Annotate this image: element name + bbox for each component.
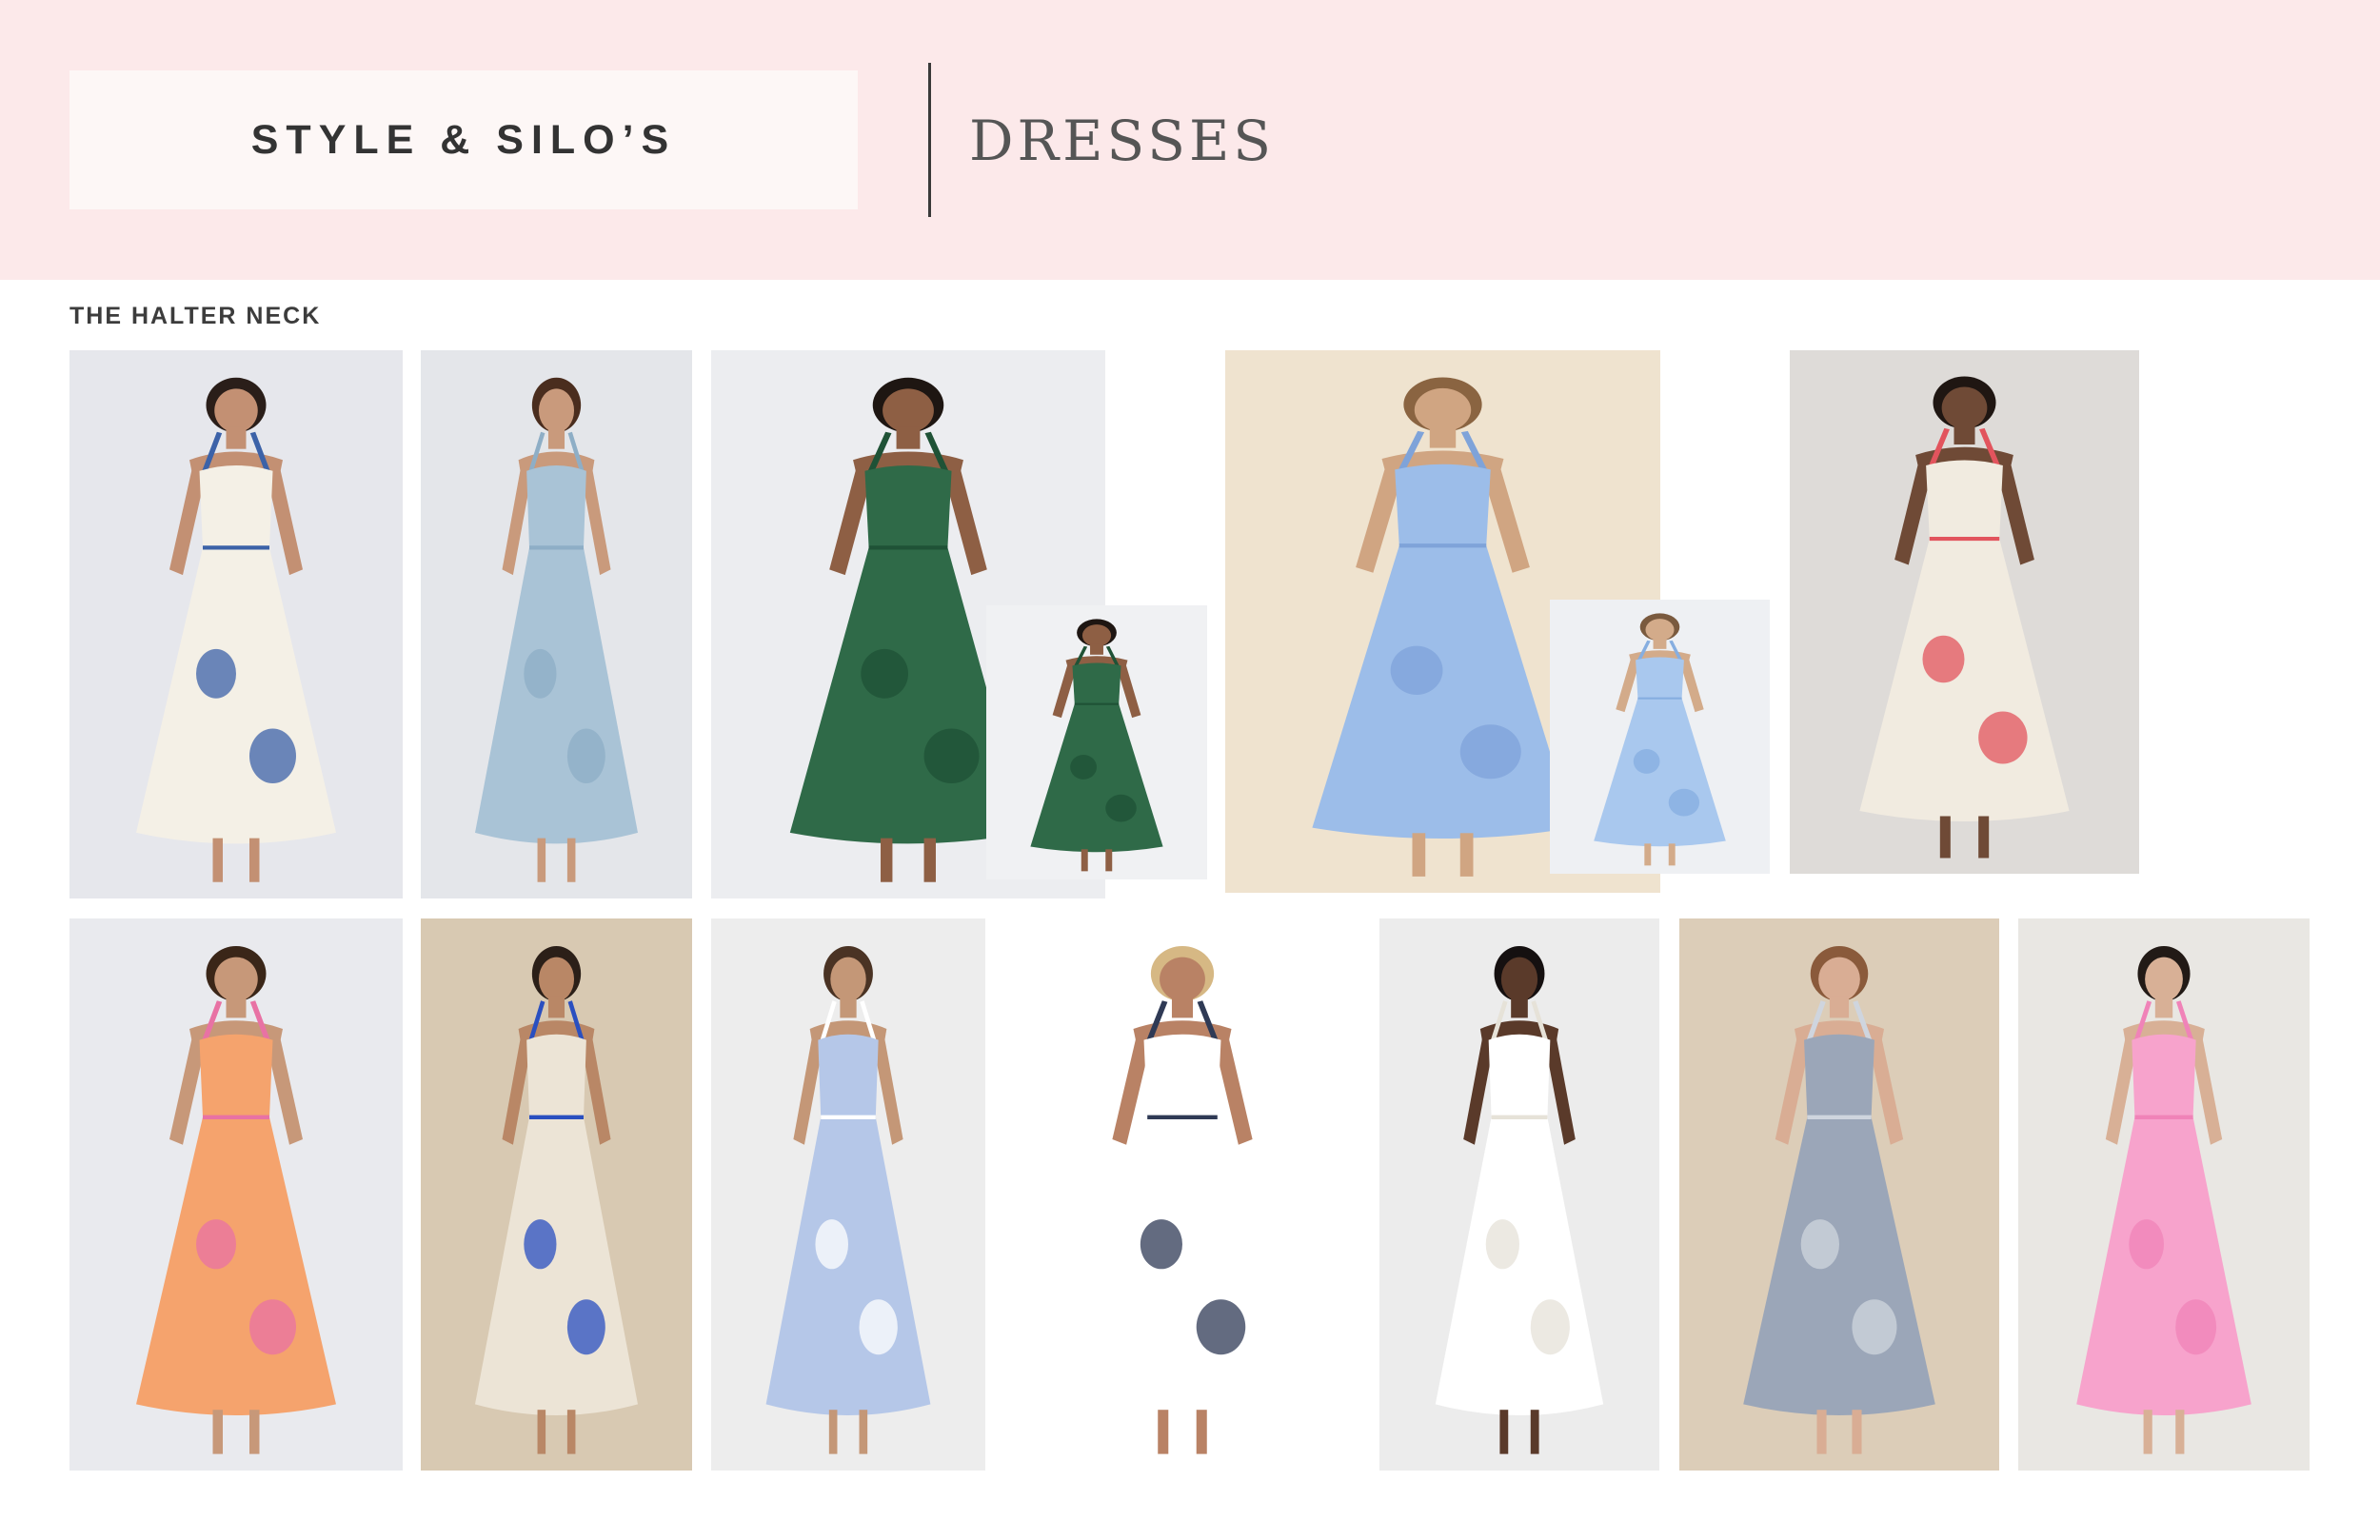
product-image[interactable] <box>1790 350 2139 874</box>
dress-figure <box>1790 350 2139 874</box>
dress-figure <box>1679 918 1999 1471</box>
dress-figure <box>421 350 692 898</box>
dress-figure <box>421 918 692 1471</box>
product-image[interactable] <box>1007 918 1358 1471</box>
product-image[interactable] <box>421 350 692 898</box>
product-image[interactable] <box>711 918 985 1471</box>
dress-figure <box>711 918 985 1471</box>
product-image[interactable] <box>69 918 403 1471</box>
header-banner: STYLE & SILO’S DRESSES <box>0 0 2380 280</box>
brand-box: STYLE & SILO’S <box>69 70 858 209</box>
page-title: DRESSES <box>969 109 1276 173</box>
product-image[interactable] <box>1679 918 1999 1471</box>
product-image[interactable] <box>69 350 403 898</box>
section-label: THE HALTER NECK <box>69 303 322 329</box>
product-image[interactable] <box>421 918 692 1471</box>
dress-figure <box>69 918 403 1471</box>
product-image[interactable] <box>2018 918 2310 1471</box>
dress-figure <box>1379 918 1659 1471</box>
dress-figure <box>69 350 403 898</box>
product-image[interactable] <box>1379 918 1659 1471</box>
product-image[interactable] <box>986 605 1207 879</box>
dress-figure <box>986 605 1207 879</box>
dress-figure <box>1007 918 1358 1471</box>
header-divider <box>928 63 931 217</box>
product-image[interactable] <box>1550 600 1770 874</box>
dress-figure <box>1550 600 1770 874</box>
dress-figure <box>2018 918 2310 1471</box>
brand-title: STYLE & SILO’S <box>250 116 677 163</box>
